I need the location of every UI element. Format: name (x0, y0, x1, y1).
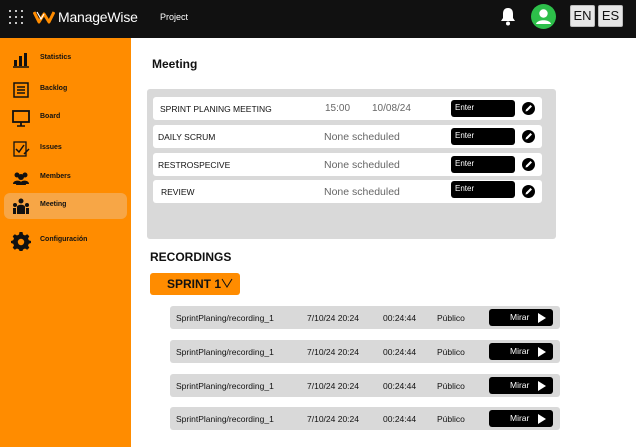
board-icon (12, 110, 30, 127)
recording-row: SprintPlaning/recording_1 7/10/24 20:24 … (170, 374, 560, 397)
sidebar-item-label: Board (40, 113, 61, 120)
recording-visibility: Público (437, 414, 465, 424)
sidebar-item-issues[interactable]: Issues (4, 136, 127, 162)
sidebar-item-label: Meeting (40, 201, 67, 208)
watch-button-label: Mirar (510, 413, 530, 423)
meeting-name: SPRINT PLANING MEETING (160, 104, 272, 114)
recording-duration: 00:24:44 (383, 381, 417, 391)
sidebar-item-label: Issues (40, 144, 62, 151)
backlog-icon (13, 82, 29, 98)
play-icon (538, 381, 546, 391)
recording-datetime: 7/10/24 20:24 (307, 414, 359, 424)
sidebar-item-members[interactable]: Members (4, 165, 127, 191)
recording-file: SprintPlaning/recording_1 (176, 414, 274, 424)
sidebar-item-label: Configuración (40, 236, 88, 243)
members-icon (13, 172, 29, 185)
meeting-heading: Meeting (152, 57, 198, 71)
meeting-name: DAILY SCRUM (158, 132, 216, 142)
recording-datetime: 7/10/24 20:24 (307, 313, 359, 323)
chevron-down-icon (221, 278, 233, 288)
app-name: ManageWise (58, 9, 138, 25)
recording-row: SprintPlaning/recording_1 7/10/24 20:24 … (170, 340, 560, 363)
enter-meeting-button[interactable]: Enter (451, 128, 515, 145)
apps-grid-icon[interactable] (8, 9, 24, 25)
sprint-selector[interactable]: SPRINT 1 (150, 273, 240, 295)
sprint-selector-label: SPRINT 1 (167, 277, 222, 291)
managewise-logo-icon (33, 11, 55, 24)
recording-row: SprintPlaning/recording_1 7/10/24 20:24 … (170, 306, 560, 329)
enter-meeting-button[interactable]: Enter (451, 181, 515, 198)
meeting-row: DAILY SCRUM None scheduled Enter (153, 125, 542, 148)
gear-icon (11, 232, 31, 251)
meeting-row: SPRINT PLANING MEETING 15:00 10/08/24 En… (153, 97, 542, 120)
recording-row: SprintPlaning/recording_1 7/10/24 20:24 … (170, 407, 560, 430)
recording-duration: 00:24:44 (383, 347, 417, 357)
sidebar-item-label: Statistics (40, 54, 72, 61)
watch-recording-button[interactable]: Mirar (489, 377, 553, 394)
sidebar-item-statistics[interactable]: Statistics (4, 46, 127, 72)
language-en-button[interactable]: EN (570, 5, 595, 27)
recording-file: SprintPlaning/recording_1 (176, 347, 274, 357)
edit-icon[interactable] (522, 158, 535, 171)
recording-visibility: Público (437, 347, 465, 357)
enter-meeting-button[interactable]: Enter (451, 156, 515, 173)
recording-datetime: 7/10/24 20:24 (307, 347, 359, 357)
recording-visibility: Público (437, 381, 465, 391)
meeting-status: None scheduled (324, 159, 400, 171)
watch-recording-button[interactable]: Mirar (489, 309, 553, 326)
recording-file: SprintPlaning/recording_1 (176, 313, 274, 323)
meeting-status: None scheduled (324, 186, 400, 198)
watch-recording-button[interactable]: Mirar (489, 410, 553, 427)
recording-duration: 00:24:44 (383, 313, 417, 323)
recordings-heading: RECORDINGS (150, 250, 232, 264)
watch-button-label: Mirar (510, 346, 530, 356)
meeting-row: RESTROSPECIVE None scheduled Enter (153, 153, 542, 176)
user-icon (536, 9, 551, 24)
issues-icon (13, 141, 30, 157)
sidebar-item-label: Backlog (40, 85, 68, 92)
edit-icon[interactable] (522, 130, 535, 143)
meeting-name: RESTROSPECIVE (158, 160, 231, 170)
meeting-icon (13, 198, 29, 214)
meeting-time: 15:00 (325, 103, 351, 114)
play-icon (538, 347, 546, 357)
recording-visibility: Público (437, 313, 465, 323)
meeting-date: 10/08/24 (372, 103, 411, 114)
edit-icon[interactable] (522, 102, 535, 115)
play-icon (538, 313, 546, 323)
watch-recording-button[interactable]: Mirar (489, 343, 553, 360)
sidebar-item-meeting[interactable]: Meeting (4, 193, 127, 219)
sidebar-item-configuracion[interactable]: Configuración (4, 228, 127, 254)
notification-bell-icon[interactable] (499, 6, 517, 26)
sidebar-item-backlog[interactable]: Backlog (4, 77, 127, 103)
top-bar: ManageWise Project EN ES (0, 0, 636, 38)
recording-file: SprintPlaning/recording_1 (176, 381, 274, 391)
watch-button-label: Mirar (510, 312, 530, 322)
recording-datetime: 7/10/24 20:24 (307, 381, 359, 391)
user-avatar[interactable] (531, 4, 556, 29)
sidebar-item-board[interactable]: Board (4, 105, 127, 131)
enter-meeting-button[interactable]: Enter (451, 100, 515, 117)
meeting-status: None scheduled (324, 131, 400, 143)
sidebar: Statistics Backlog Board Issues Members (0, 38, 131, 447)
project-link[interactable]: Project (160, 12, 188, 22)
language-es-button[interactable]: ES (598, 5, 623, 27)
meeting-row: REVIEW None scheduled Enter (153, 180, 542, 203)
edit-icon[interactable] (522, 185, 535, 198)
sidebar-item-label: Members (40, 173, 71, 180)
recording-duration: 00:24:44 (383, 414, 417, 424)
watch-button-label: Mirar (510, 380, 530, 390)
play-icon (538, 414, 546, 424)
meeting-name: REVIEW (161, 187, 195, 197)
bar-chart-icon (13, 53, 29, 68)
